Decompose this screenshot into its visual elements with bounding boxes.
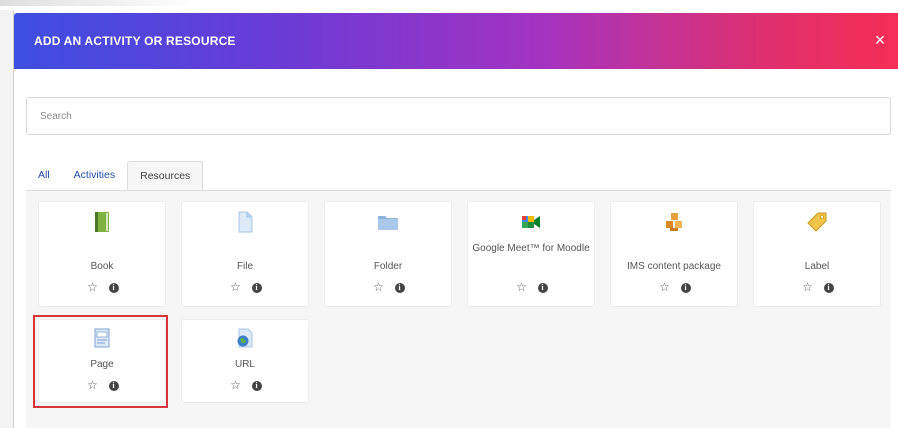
info-icon[interactable]: i	[108, 283, 119, 293]
resource-name: Label	[804, 261, 830, 272]
card-actions: ☆ i	[611, 280, 737, 294]
info-icon[interactable]: i	[823, 283, 834, 293]
tab-all[interactable]: All	[26, 161, 62, 191]
tab-activities[interactable]: Activities	[62, 161, 127, 191]
card-actions: ☆ i	[754, 280, 880, 294]
info-icon[interactable]: i	[251, 283, 262, 293]
resource-name: Book	[90, 261, 114, 272]
google-meet-icon	[522, 216, 540, 228]
book-icon	[95, 212, 109, 232]
background-page-top	[0, 0, 898, 12]
star-icon[interactable]: ☆	[658, 280, 672, 294]
card-actions: ☆ i	[182, 280, 308, 294]
info-icon[interactable]: i	[680, 283, 691, 293]
ims-package-icon	[666, 213, 682, 231]
star-icon[interactable]: ☆	[229, 378, 243, 392]
resource-name: Folder	[373, 261, 403, 272]
resource-card-url[interactable]: URL ☆ i	[181, 319, 309, 403]
close-button[interactable]: ×	[870, 30, 890, 50]
resource-name: IMS content package	[627, 261, 721, 272]
search-input[interactable]	[26, 97, 891, 135]
star-icon[interactable]: ☆	[229, 280, 243, 294]
resource-card-ims-content-package[interactable]: IMS content package ☆ i	[610, 201, 738, 307]
resource-name: Google Meet™ for Moodle	[472, 243, 590, 254]
folder-icon	[378, 216, 398, 230]
add-activity-dialog: ADD AN ACTIVITY OR RESOURCE × All Activi…	[14, 13, 898, 428]
resource-card-book[interactable]: Book ☆ i	[38, 201, 166, 307]
dialog-body: All Activities Resources Book ☆i	[14, 69, 898, 428]
background-page-left	[0, 10, 14, 428]
selection-highlight-box	[33, 315, 168, 408]
url-globe-icon	[237, 328, 253, 348]
star-icon[interactable]: ☆	[515, 280, 529, 294]
file-icon	[238, 211, 253, 233]
category-tabs: All Activities Resources	[26, 161, 204, 191]
background-shadow	[0, 0, 200, 6]
star-icon[interactable]: ☆	[372, 280, 386, 294]
info-icon[interactable]: i	[537, 283, 548, 293]
info-icon[interactable]: i	[394, 283, 405, 293]
info-icon[interactable]: i	[251, 381, 262, 391]
resource-card-google-meet[interactable]: Google Meet™ for Moodle ☆ i	[467, 201, 595, 307]
label-tag-icon	[807, 212, 827, 232]
card-actions: ☆ i	[468, 280, 594, 294]
tab-resources[interactable]: Resources	[127, 161, 204, 191]
resource-card-folder[interactable]: Folder ☆ i	[324, 201, 452, 307]
card-actions: ☆ i	[182, 378, 308, 392]
card-actions: ☆ i	[325, 280, 451, 294]
resource-name: URL	[234, 359, 255, 370]
resource-card-file[interactable]: File ☆ i	[181, 201, 309, 307]
resources-panel: Book ☆ i File ☆ i Folder ☆ i Google Meet…	[26, 190, 891, 428]
star-icon[interactable]: ☆	[801, 280, 815, 294]
dialog-title: ADD AN ACTIVITY OR RESOURCE	[34, 34, 236, 48]
star-icon[interactable]: ☆	[86, 280, 100, 294]
resource-name: File	[236, 261, 254, 272]
resource-card-label[interactable]: Label ☆ i	[753, 201, 881, 307]
card-actions: ☆ i	[39, 280, 165, 294]
dialog-header: ADD AN ACTIVITY OR RESOURCE ×	[14, 13, 898, 69]
